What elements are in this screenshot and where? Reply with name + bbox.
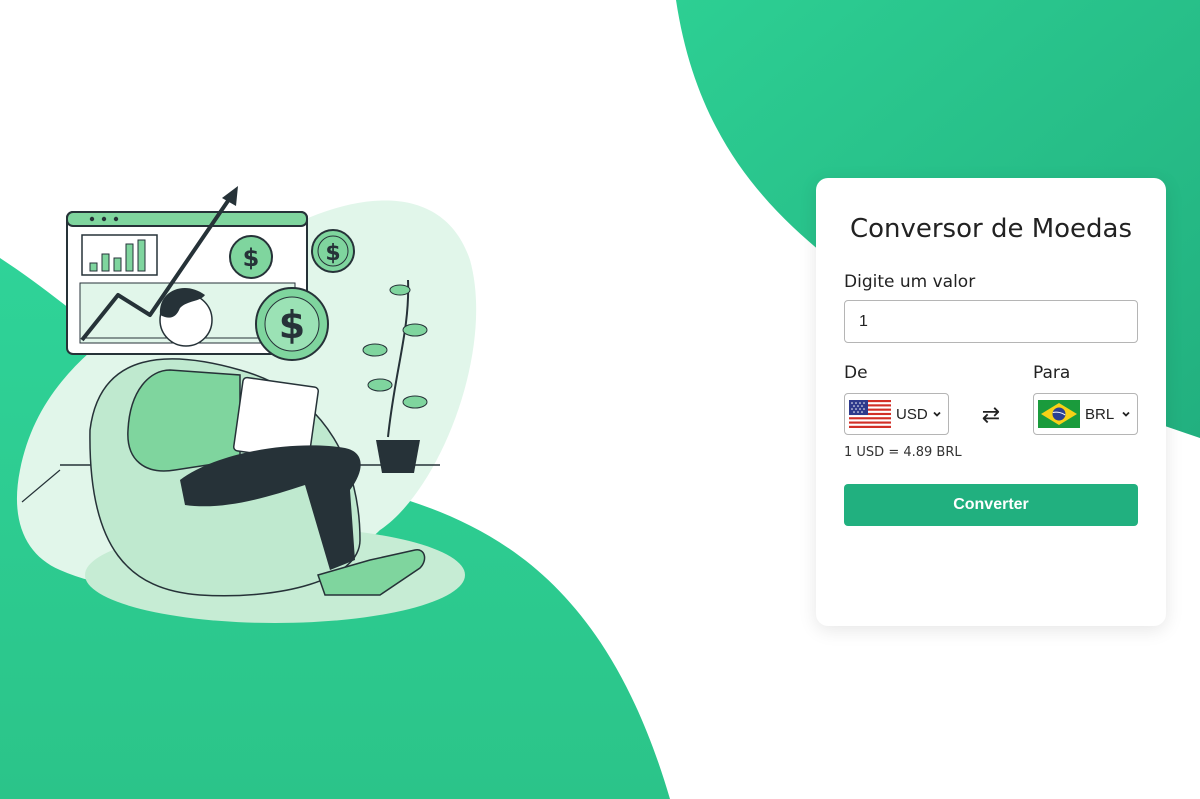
to-label: Para	[1033, 363, 1071, 383]
exchange-rate-text: 1 USD = 4.89 BRL	[844, 445, 962, 460]
from-group: De USD	[844, 363, 949, 435]
brazil-flag-icon	[1038, 400, 1080, 428]
to-currency-select[interactable]: BRL	[1033, 393, 1138, 435]
amount-input[interactable]	[844, 300, 1138, 343]
to-currency-code: BRL	[1085, 405, 1115, 423]
page-title: Conversor de Moedas	[849, 214, 1133, 244]
finance-illustration: $ $ $	[16, 186, 477, 623]
swap-button[interactable]: ⇄	[976, 400, 1006, 430]
to-group: Para BRL	[1033, 363, 1138, 435]
from-label: De	[844, 363, 868, 383]
from-currency-code: USD	[896, 405, 928, 423]
chevron-down-icon	[933, 411, 941, 417]
converter-card: Conversor de Moedas Digite um valor De	[816, 178, 1166, 626]
from-currency-select[interactable]: USD	[844, 393, 949, 435]
svg-text:$: $	[279, 303, 305, 347]
us-flag-icon	[849, 400, 891, 428]
svg-text:$: $	[243, 244, 260, 272]
convert-button[interactable]: Converter	[844, 484, 1138, 526]
swap-arrows-icon: ⇄	[981, 402, 1001, 428]
currency-row: De USD ⇄ Para BRL	[844, 363, 1138, 435]
chevron-down-icon	[1122, 411, 1130, 417]
svg-text:$: $	[325, 241, 340, 266]
amount-label: Digite um valor	[844, 272, 976, 292]
